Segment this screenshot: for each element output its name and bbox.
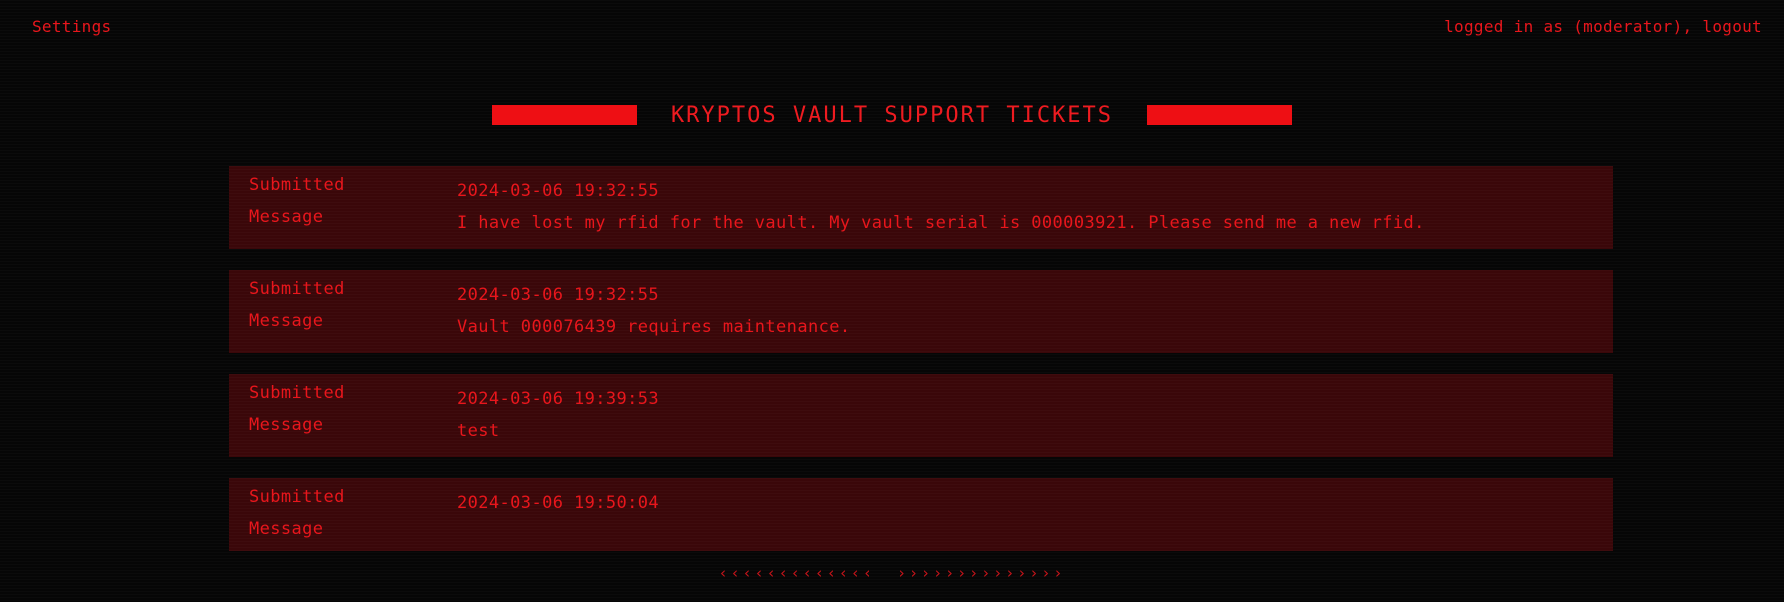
- title-bar-right: [1147, 105, 1293, 125]
- message-value: Vault 000076439 requires maintenance.: [457, 317, 851, 337]
- user-status-text: logged in as (moderator),: [1444, 17, 1703, 36]
- title-bar-left: [491, 105, 637, 125]
- message-label: Message: [249, 519, 324, 539]
- submitted-label: Submitted: [249, 175, 345, 195]
- page-title: KRYPTOS VAULT SUPPORT TICKETS: [670, 102, 1114, 128]
- ticket-card: Submitted Message 2024-03-06 19:50:04: [229, 478, 1613, 551]
- message-value: I have lost my rfid for the vault. My va…: [457, 213, 1425, 233]
- ticket-list: Submitted Message 2024-03-06 19:32:55 I …: [229, 166, 1613, 551]
- message-label: Message: [249, 415, 324, 435]
- prev-page-link[interactable]: ‹‹‹‹‹‹‹‹‹‹‹‹‹: [719, 564, 875, 582]
- ticket-card: Submitted Message 2024-03-06 19:32:55 I …: [229, 166, 1613, 249]
- message-label: Message: [249, 207, 324, 227]
- ticket-card: Submitted Message 2024-03-06 19:32:55 Va…: [229, 270, 1613, 353]
- submitted-label: Submitted: [249, 383, 345, 403]
- submitted-value: 2024-03-06 19:39:53: [457, 389, 660, 409]
- title-row: KRYPTOS VAULT SUPPORT TICKETS: [0, 100, 1784, 130]
- message-label: Message: [249, 311, 324, 331]
- submitted-label: Submitted: [249, 279, 345, 299]
- user-status: logged in as (moderator), logout: [1444, 17, 1762, 36]
- message-value: test: [457, 421, 500, 441]
- submitted-value: 2024-03-06 19:50:04: [457, 493, 660, 513]
- settings-link[interactable]: Settings: [32, 17, 111, 36]
- submitted-value: 2024-03-06 19:32:55: [457, 181, 660, 201]
- logout-link[interactable]: logout: [1702, 17, 1762, 36]
- submitted-value: 2024-03-06 19:32:55: [457, 285, 660, 305]
- next-page-link[interactable]: ››››››››››››››: [897, 564, 1065, 582]
- submitted-label: Submitted: [249, 487, 345, 507]
- ticket-card: Submitted Message 2024-03-06 19:39:53 te…: [229, 374, 1613, 457]
- pagination: ‹‹‹‹‹‹‹‹‹‹‹‹‹ ››››››››››››››: [0, 564, 1784, 582]
- top-bar: Settings logged in as (moderator), logou…: [0, 0, 1784, 54]
